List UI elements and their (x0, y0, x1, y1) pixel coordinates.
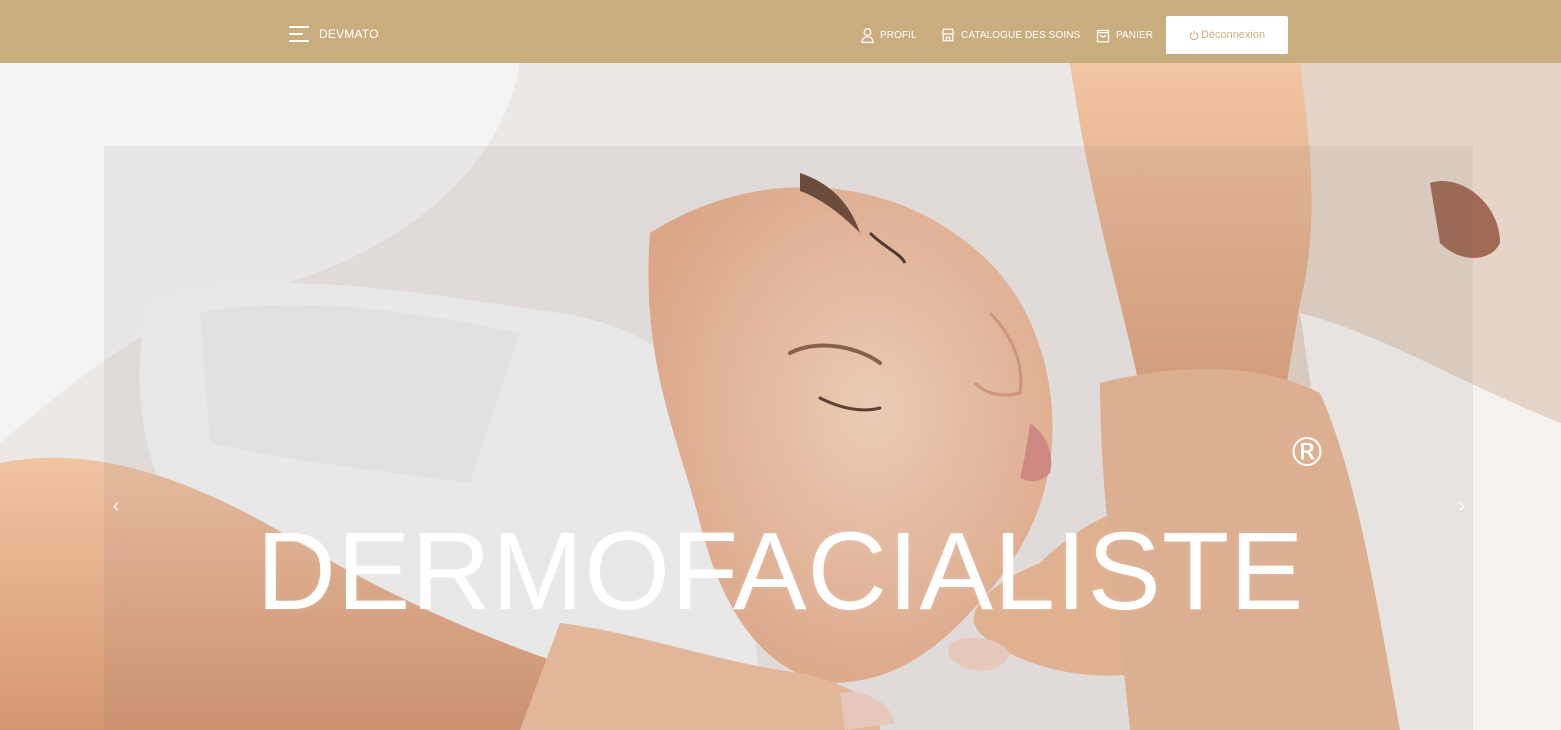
brand-logo[interactable]: DEVMATO (319, 26, 379, 42)
nav-item-label: CATALOGUE DES SOINS (961, 29, 1081, 41)
nav-item-catalogue[interactable]: CATALOGUE DES SOINS (941, 26, 1080, 44)
registered-trademark-mark: ® (1287, 430, 1327, 476)
hamburger-menu-icon[interactable] (289, 25, 309, 43)
nav-item-panier[interactable]: PANIER (1096, 26, 1153, 44)
logout-label: Déconnexion (1200, 29, 1266, 41)
logout-button[interactable]: Déconnexion (1166, 16, 1288, 54)
hero-title: DERMOFACIALISTE (256, 509, 1305, 633)
chevron-right-icon[interactable]: › (1455, 496, 1469, 516)
chevron-left-icon[interactable]: ‹ (109, 496, 123, 516)
nav-item-profil[interactable]: PROFIL (861, 26, 917, 44)
shopping-bag-icon (1096, 29, 1110, 42)
power-icon (1189, 30, 1199, 40)
navbar: DEVMATO PROFIL CATALOGUE DES SOINS PANIE… (0, 0, 1561, 63)
user-icon (861, 27, 874, 43)
hero-carousel: DERMOFACIALISTE ® ‹ › (0, 63, 1561, 730)
nav-item-label: PROFIL (880, 29, 917, 41)
store-icon (941, 28, 955, 42)
hero-overlay-panel (104, 146, 1473, 730)
nav-item-label: PANIER (1116, 29, 1154, 41)
